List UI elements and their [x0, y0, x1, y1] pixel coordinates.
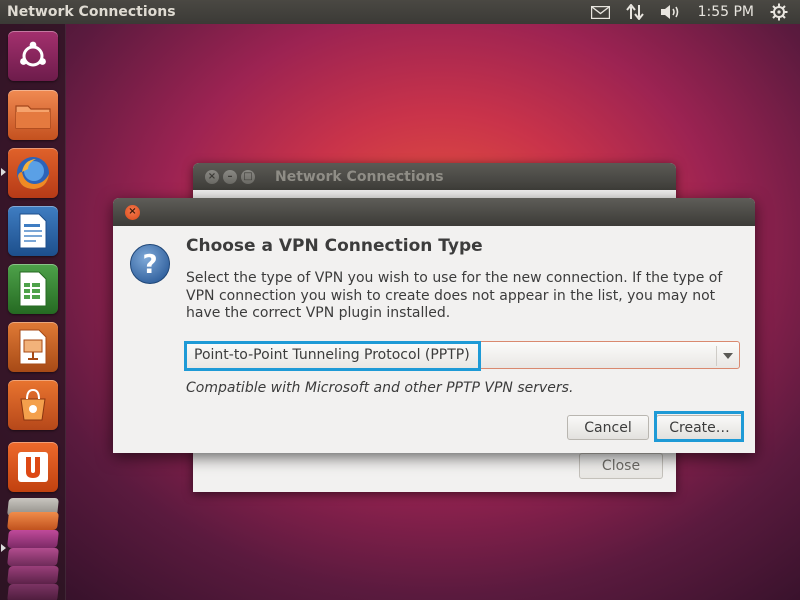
libreoffice-calc-icon[interactable]: [8, 264, 58, 314]
software-center-icon[interactable]: [8, 380, 58, 430]
running-pip: [1, 544, 6, 552]
panel-clock[interactable]: 1:55 PM: [698, 4, 754, 20]
workspaces-stack[interactable]: [0, 496, 66, 600]
close-button[interactable]: Close: [579, 453, 663, 479]
ubuntu-one-icon[interactable]: [8, 442, 58, 492]
close-icon[interactable]: ×: [205, 169, 219, 184]
files-icon[interactable]: [8, 90, 58, 140]
dropdown-separator: [716, 346, 717, 366]
vpn-type-dropdown[interactable]: Point-to-Point Tunneling Protocol (PPTP): [184, 341, 740, 371]
create-highlight-box: [654, 411, 744, 442]
mail-icon[interactable]: [590, 5, 610, 19]
minimize-icon[interactable]: –: [223, 169, 237, 184]
network-arrows-icon[interactable]: [625, 4, 644, 20]
selection-highlight-box: [184, 341, 481, 371]
launcher: [0, 24, 66, 600]
bg-window-titlebar[interactable]: × – □ Network Connections: [193, 163, 676, 190]
bg-window-title: Network Connections: [275, 168, 444, 185]
svg-text:?: ?: [142, 250, 157, 280]
running-pip: [1, 168, 6, 176]
panel-app-title: Network Connections: [7, 4, 176, 20]
top-panel: Network Connections 1:55 PM: [0, 0, 800, 24]
question-icon: ?: [130, 244, 170, 284]
dash-home-icon[interactable]: [8, 31, 58, 81]
chevron-down-icon[interactable]: [723, 353, 733, 359]
libreoffice-writer-icon[interactable]: [8, 206, 58, 256]
dialog-description: Select the type of VPN you wish to use f…: [186, 270, 723, 321]
dialog-close-icon[interactable]: ×: [125, 204, 140, 220]
firefox-icon[interactable]: [8, 148, 58, 198]
dialog-titlebar[interactable]: ×: [113, 198, 755, 226]
volume-icon[interactable]: [660, 4, 682, 20]
indicator-area: 1:55 PM: [590, 0, 800, 24]
dialog-heading: Choose a VPN Connection Type: [186, 236, 483, 256]
cancel-button[interactable]: Cancel: [567, 415, 649, 440]
libreoffice-impress-icon[interactable]: [8, 322, 58, 372]
vpn-type-dialog: × ? Choose a VPN Connection Type Select …: [113, 198, 755, 453]
vpn-type-note: Compatible with Microsoft and other PPTP…: [186, 380, 574, 396]
maximize-icon[interactable]: □: [241, 169, 255, 184]
gear-icon[interactable]: [770, 3, 788, 21]
